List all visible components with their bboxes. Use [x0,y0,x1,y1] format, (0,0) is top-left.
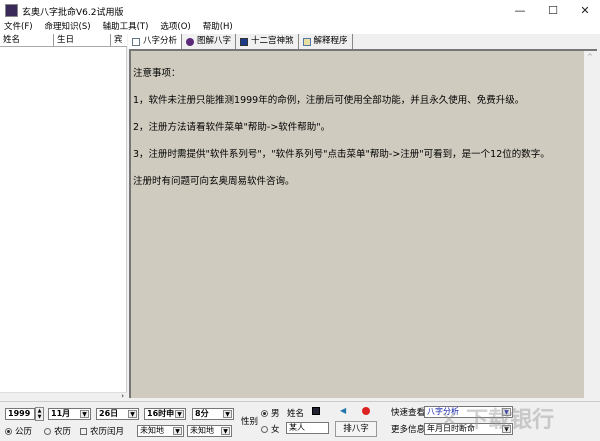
chevron-down-icon[interactable]: ▼ [128,410,137,418]
more-info-label: 更多信息 [391,425,426,435]
month-value: 11月 [51,409,71,418]
save-icon[interactable] [312,407,320,415]
lunar-radio[interactable]: 农历 [44,426,71,438]
notice-item: 2，注册方法请看软件菜单"帮助->软件帮助"。 [133,122,331,133]
close-button[interactable]: ✕ [570,0,600,22]
wizard-icon [186,37,195,46]
stop-icon[interactable] [362,407,370,415]
menu-bar: 文件(F) 命理知识(S) 辅助工具(T) 选项(O) 帮助(H) [0,20,600,34]
chevron-down-icon[interactable]: ▼ [80,410,89,418]
vertical-scrollbar[interactable]: ^ [584,51,597,398]
place2-value: 未知地 [190,426,214,435]
tab-bazi-analysis[interactable]: 八字分析 [128,34,183,49]
tab-bar: 八字分析 图解八字 十二宫神煞 解释程序 [128,34,600,49]
notice-heading: 注意事项： [133,68,181,79]
notice-item: 注册时有问题可向玄奥周易软件咨询。 [133,176,295,187]
window-title: 玄奥八字批命V6.2试用版 [22,8,124,18]
list-horizontal-scrollbar[interactable]: › [0,392,127,401]
minimize-button[interactable]: — [505,0,535,22]
analysis-text-panel[interactable]: 注意事项： 1，软件未注册只能推测1999年的命例，注册后可使用全部功能，并且永… [129,49,597,398]
solar-label: 公历 [15,427,33,437]
chevron-down-icon[interactable]: ▼ [221,427,230,435]
male-label: 男 [271,409,280,419]
day-value: 26日 [99,409,119,418]
menu-knowledge[interactable]: 命理知识(S) [45,20,91,34]
tab-twelve-palaces[interactable]: 十二宫神煞 [236,34,299,49]
tab-illustrated-bazi[interactable]: 图解八字 [182,34,237,49]
minute-value: 8分 [195,409,209,418]
tab-label: 图解八字 [197,36,232,46]
place1-select[interactable]: 未知地 ▼ [137,425,184,437]
chevron-down-icon[interactable]: ▼ [175,410,184,418]
menu-options[interactable]: 选项(O) [160,20,190,34]
day-select[interactable]: 26日 ▼ [96,408,139,420]
scroll-up-icon[interactable]: ^ [587,53,593,61]
solar-radio[interactable]: 公历 [5,426,32,438]
year-input[interactable]: 1999 [5,408,35,420]
female-radio[interactable]: 女 [261,424,280,436]
menu-help[interactable]: 帮助(H) [203,20,233,34]
maximize-button[interactable]: ☐ [538,0,568,22]
tab-label: 八字分析 [143,36,178,46]
arrange-button-label: 排八字 [343,424,369,434]
input-panel: 1999 ▲ ▼ 11月 ▼ 26日 ▼ 16时申 ▼ 8分 ▼ 公历 农历 农历闰月 未… [0,401,600,441]
watermark-logo: ✕ 下载银行 [440,408,555,433]
grid-icon [240,37,249,46]
tab-label: 解释程序 [313,36,348,46]
share-icon[interactable]: ◀ [340,407,349,415]
quick-view-label: 快速查看 [391,408,426,418]
year-spinner[interactable]: ▲ ▼ [35,407,44,421]
lunar-label: 农历 [54,427,72,437]
list-header: 姓名 生日 宾 [0,34,127,47]
place1-value: 未知地 [140,426,164,435]
checkbox-icon [80,428,87,435]
app-icon [5,4,18,17]
notice-item: 3，注册时需提供"软件系列号"，"软件系列号"点击菜单"帮助->注册"可看到，是… [133,149,550,160]
menu-file[interactable]: 文件(F) [4,20,33,34]
chevron-down-icon[interactable]: ▼ [173,427,182,435]
male-radio[interactable]: 男 [261,408,280,420]
name-label: 姓名 [287,409,305,419]
month-select[interactable]: 11月 ▼ [48,408,91,420]
menu-tools[interactable]: 辅助工具(T) [103,20,149,34]
name-input[interactable]: 某人 [286,422,329,434]
gender-label: 性别 [241,417,259,427]
record-list[interactable] [0,47,127,392]
minute-select[interactable]: 8分 ▼ [192,408,234,420]
column-birthday[interactable]: 生日 [54,34,111,46]
arrange-bazi-button[interactable]: 排八字 [335,421,377,437]
scroll-right-icon[interactable]: › [121,392,124,400]
radio-selected-icon [5,428,12,435]
column-name[interactable]: 姓名 [0,34,54,46]
edit-icon [132,37,140,46]
title-bar: 玄奥八字批命V6.2试用版 — ☐ ✕ [0,0,600,22]
female-label: 女 [271,425,280,435]
leap-month-label: 农历闰月 [90,427,125,437]
radio-icon [44,428,51,435]
leap-month-checkbox[interactable]: 农历闰月 [80,426,124,438]
chevron-down-icon[interactable]: ▼ [223,410,232,418]
hour-value: 16时申 [147,409,175,418]
document-icon [302,37,311,46]
tab-label: 十二宫神煞 [251,36,294,46]
hour-select[interactable]: 16时申 ▼ [144,408,186,420]
notice-item: 1，软件未注册只能推测1999年的命例，注册后可使用全部功能，并且永久使用、免费… [133,95,525,106]
tab-explain-program[interactable]: 解释程序 [299,34,353,49]
place2-select[interactable]: 未知地 ▼ [187,425,232,437]
radio-selected-icon [261,410,268,417]
column-extra[interactable]: 宾 [111,34,127,46]
radio-icon [261,426,268,433]
